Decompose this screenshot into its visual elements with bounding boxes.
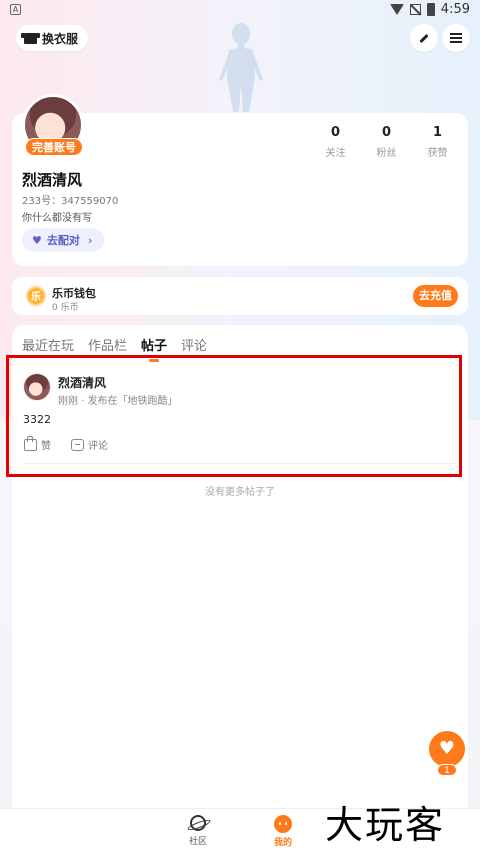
heart-icon: ♥ <box>438 738 456 759</box>
coin-icon: 乐 <box>26 286 46 306</box>
shirt-icon <box>21 32 40 44</box>
match-button[interactable]: ♥ 去配对 › <box>22 228 105 252</box>
heart-icon: ♥ <box>32 233 42 247</box>
stat-value: 1 <box>432 125 443 140</box>
floating-heart-count: 1 <box>437 764 457 776</box>
menu-icon <box>450 33 462 43</box>
stat-value: 0 <box>330 125 341 140</box>
nav-mine[interactable]: 我的 <box>263 815 303 848</box>
no-more-posts-text: 没有更多帖子了 <box>205 487 275 498</box>
post-author-avatar[interactable] <box>23 373 51 401</box>
avatar-figure[interactable] <box>213 22 269 112</box>
wifi-icon <box>389 4 404 15</box>
nav-community-label: 社区 <box>188 837 207 847</box>
status-bar: A 4:59 <box>0 0 480 20</box>
wallet-card[interactable]: 乐 乐币钱包 0 乐币 去充值 <box>12 277 468 315</box>
stat-label: 粉丝 <box>376 148 397 159</box>
stat-label: 关注 <box>325 148 346 159</box>
post-body[interactable]: 3322 <box>23 413 51 426</box>
stat-following[interactable]: 0 关注 <box>310 125 361 159</box>
post-author-name[interactable]: 烈酒清风 <box>58 374 106 391</box>
battery-icon <box>426 3 435 16</box>
complete-account-badge[interactable]: 完善账号 <box>25 138 83 156</box>
post-actions: 赞 评论 <box>24 435 108 452</box>
thumbs-up-icon <box>24 435 37 451</box>
comment-icon <box>71 438 84 451</box>
chevron-right-icon: › <box>87 233 93 247</box>
profile-stats: 0 关注 0 粉丝 1 获赞 <box>310 125 463 159</box>
comment-button[interactable]: 评论 <box>71 437 108 452</box>
menu-button[interactable] <box>442 24 470 52</box>
comment-label: 评论 <box>88 441 108 452</box>
edit-button[interactable] <box>410 24 438 52</box>
post-meta: 刚刚 · 发布在「地铁跑酷」 <box>58 396 178 407</box>
stat-value: 0 <box>381 125 392 140</box>
like-label: 赞 <box>41 441 51 452</box>
profile-username: 烈酒清风 <box>22 171 83 189</box>
status-time: 4:59 <box>440 2 470 17</box>
nav-community[interactable]: 社区 <box>178 815 218 847</box>
no-signal-icon <box>409 4 421 15</box>
nav-mine-label: 我的 <box>273 838 292 848</box>
profile-uid: 233号：347559070 <box>22 196 119 207</box>
stat-label: 获赞 <box>427 148 448 159</box>
watermark-logo: 大玩客 <box>325 803 446 847</box>
pen-icon <box>419 33 429 43</box>
stat-likes[interactable]: 1 获赞 <box>412 125 463 159</box>
stat-followers[interactable]: 0 粉丝 <box>361 125 412 159</box>
wallet-title: 乐币钱包 <box>52 287 96 300</box>
like-button[interactable]: 赞 <box>24 435 51 452</box>
profile-bio: 你什么都没有写 <box>22 213 92 224</box>
recharge-button[interactable]: 去充值 <box>413 285 458 307</box>
notification-icon: A <box>10 4 21 15</box>
change-clothes-label: 换衣服 <box>42 31 79 46</box>
wallet-balance: 0 乐币 <box>52 303 79 313</box>
planet-icon <box>190 815 206 831</box>
status-icons: 4:59 <box>389 2 470 17</box>
face-icon <box>274 815 292 833</box>
post-divider <box>23 463 457 464</box>
match-label: 去配对 <box>46 234 80 247</box>
change-clothes-button[interactable]: 换衣服 <box>16 25 89 51</box>
floating-heart-button[interactable]: ♥ <box>429 731 465 767</box>
